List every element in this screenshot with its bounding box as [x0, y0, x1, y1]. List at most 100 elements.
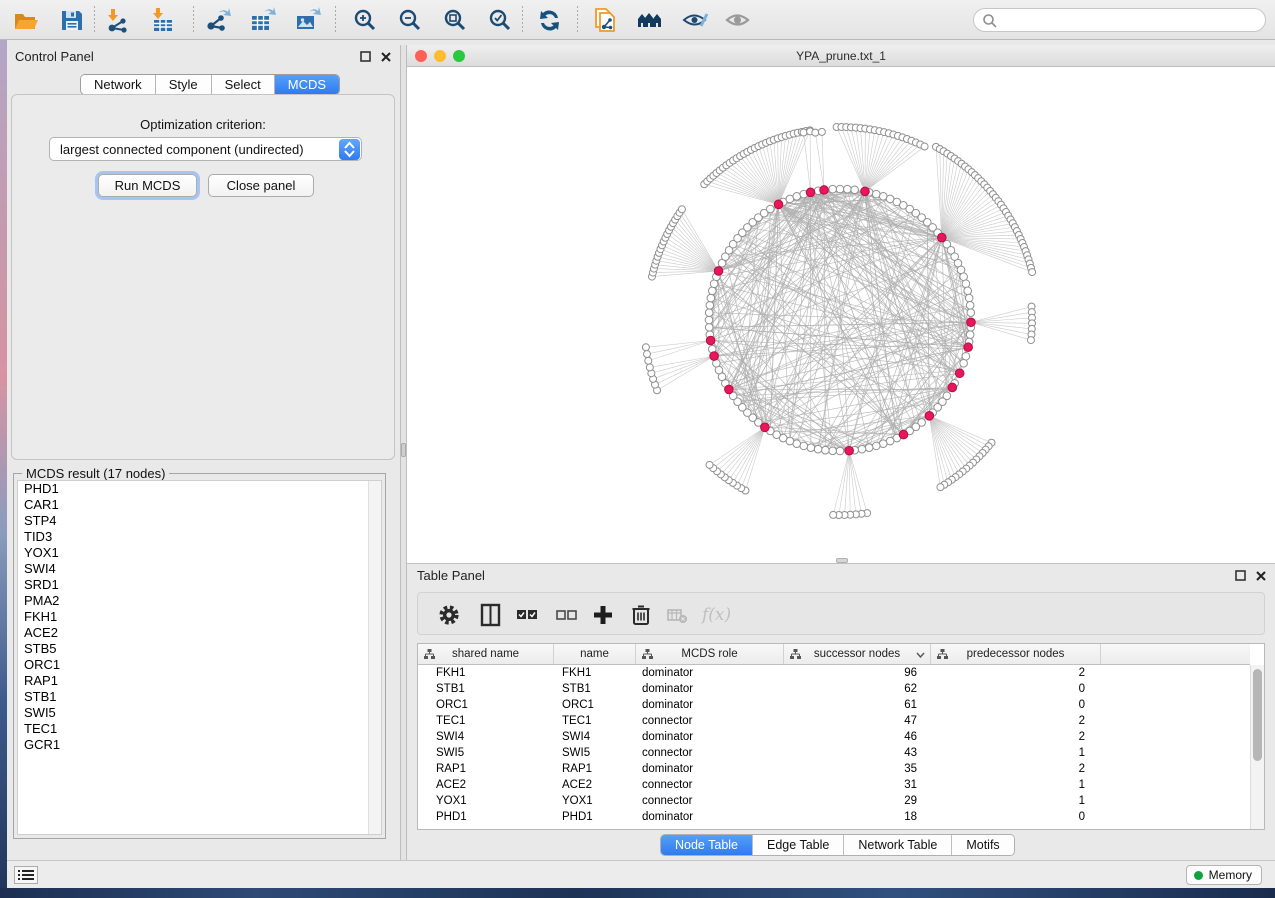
zoom-selected-icon[interactable] [487, 7, 515, 34]
tab-style[interactable]: Style [156, 75, 212, 94]
open-file-icon[interactable] [12, 7, 40, 34]
maximize-window-button[interactable] [453, 50, 465, 62]
column-header-name[interactable]: name [554, 644, 636, 664]
refresh-view-icon[interactable] [536, 7, 564, 34]
export-image-icon[interactable] [294, 7, 322, 34]
mcds-result-item[interactable]: STP4 [18, 513, 381, 529]
close-panel-button[interactable]: Close panel [208, 174, 314, 197]
delete-table-icon [664, 602, 690, 628]
export-network-icon[interactable] [204, 7, 232, 34]
table-row[interactable]: ORC1ORC1dominator610 [418, 697, 1250, 713]
fit-content-icon[interactable] [442, 7, 470, 34]
column-header-shared-name[interactable]: shared name [418, 644, 554, 664]
mcds-result-item[interactable]: FKH1 [18, 609, 381, 625]
table-row[interactable]: TEC1TEC1connector472 [418, 713, 1250, 729]
import-network-icon[interactable] [104, 7, 132, 34]
table-row[interactable]: STB1STB1dominator620 [418, 681, 1250, 697]
float-table-panel-icon[interactable] [1235, 569, 1247, 581]
tab-network-table[interactable]: Network Table [844, 835, 952, 855]
table-cell: connector [636, 745, 784, 761]
export-table-icon[interactable] [249, 7, 277, 34]
zoom-out-icon[interactable] [397, 7, 425, 34]
table-row[interactable]: ACE2ACE2connector311 [418, 777, 1250, 793]
table-cell: 1 [931, 745, 1101, 761]
hide-selected-icon[interactable] [681, 7, 709, 34]
mcds-result-item[interactable]: TEC1 [18, 721, 381, 737]
table-row[interactable]: SWI5SWI5connector431 [418, 745, 1250, 761]
mcds-result-item[interactable]: SWI4 [18, 561, 381, 577]
mcds-result-item[interactable]: TID3 [18, 529, 381, 545]
close-panel-icon[interactable] [380, 50, 392, 62]
column-header-mcds-role[interactable]: MCDS role [636, 644, 784, 664]
mcds-result-item[interactable]: PMA2 [18, 593, 381, 609]
run-mcds-button[interactable]: Run MCDS [98, 174, 197, 197]
memory-button[interactable]: Memory [1186, 865, 1262, 885]
tab-node-table[interactable]: Node Table [661, 835, 753, 855]
first-neighbors-icon[interactable] [636, 7, 664, 34]
search-input[interactable] [1002, 10, 1257, 30]
mcds-result-item[interactable]: YOX1 [18, 545, 381, 561]
mcds-result-item[interactable]: GCR1 [18, 737, 381, 753]
mcds-result-item[interactable]: SWI5 [18, 705, 381, 721]
delete-column-icon[interactable] [628, 602, 654, 628]
add-column-icon[interactable] [590, 602, 616, 628]
close-window-button[interactable] [415, 50, 427, 62]
column-header-successor-nodes[interactable]: successor nodes [784, 644, 931, 664]
tab-network[interactable]: Network [81, 75, 156, 94]
save-session-icon[interactable] [58, 7, 86, 34]
float-window-icon[interactable] [360, 50, 372, 62]
network-graph[interactable] [407, 67, 1275, 563]
tab-select[interactable]: Select [212, 75, 275, 94]
tab-edge-table[interactable]: Edge Table [753, 835, 844, 855]
mcds-result-item[interactable]: ACE2 [18, 625, 381, 641]
table-cell: FKH1 [418, 665, 554, 681]
table-row[interactable]: YOX1YOX1connector291 [418, 793, 1250, 809]
table-row[interactable]: PHD1PHD1dominator180 [418, 809, 1250, 825]
minimize-window-button[interactable] [434, 50, 446, 62]
table-cell: 0 [931, 697, 1101, 713]
show-hide-columns-icon[interactable] [478, 602, 504, 628]
table-cell: connector [636, 793, 784, 809]
vertical-splitter[interactable] [400, 45, 407, 860]
table-row[interactable]: FKH1FKH1dominator962 [418, 665, 1250, 681]
horizontal-splitter-handle[interactable] [836, 558, 848, 563]
table-cell: ACE2 [418, 777, 554, 793]
close-table-panel-icon[interactable] [1255, 569, 1267, 581]
mcds-result-item[interactable]: STB5 [18, 641, 381, 657]
select-all-rows-icon[interactable] [514, 602, 540, 628]
namespace-icon [937, 649, 948, 659]
network-file-icon[interactable] [592, 7, 620, 34]
table-cell: 2 [931, 729, 1101, 745]
mcds-result-item[interactable]: PHD1 [18, 481, 381, 497]
control-panel-title: Control Panel [15, 49, 94, 64]
import-table-icon[interactable] [149, 7, 177, 34]
table-row[interactable]: RAP1RAP1dominator352 [418, 761, 1250, 777]
table-cell: 18 [784, 809, 931, 825]
splitter-handle[interactable] [401, 443, 406, 457]
sort-chevron-icon [916, 652, 925, 658]
mcds-result-item[interactable]: RAP1 [18, 673, 381, 689]
table-cell: 61 [784, 697, 931, 713]
mcds-result-item[interactable]: STB1 [18, 689, 381, 705]
table-scrollbar-thumb[interactable] [1253, 669, 1262, 761]
show-all-icon[interactable] [724, 7, 752, 34]
mcds-list-scrollbar[interactable] [368, 481, 381, 834]
log-console-button[interactable] [14, 866, 38, 884]
network-titlebar[interactable]: YPA_prune.txt_1 [407, 45, 1275, 67]
node-table: shared name name MCDS role successor nod… [417, 643, 1265, 830]
table-row[interactable]: SWI4SWI4dominator462 [418, 729, 1250, 745]
table-cell: 46 [784, 729, 931, 745]
mcds-result-item[interactable]: SRD1 [18, 577, 381, 593]
network-canvas[interactable] [407, 67, 1275, 563]
mcds-result-item[interactable]: ORC1 [18, 657, 381, 673]
table-options-gear-icon[interactable] [436, 602, 462, 628]
zoom-in-icon[interactable] [352, 7, 380, 34]
optimization-criterion-select[interactable]: largest connected component (undirected) [49, 137, 362, 161]
deselect-all-rows-icon[interactable] [553, 602, 579, 628]
mcds-result-item[interactable]: CAR1 [18, 497, 381, 513]
table-scrollbar[interactable] [1250, 665, 1264, 829]
column-header-filler [1101, 644, 1250, 664]
column-header-predecessor-nodes[interactable]: predecessor nodes [931, 644, 1101, 664]
tab-motifs[interactable]: Motifs [952, 835, 1013, 855]
tab-mcds[interactable]: MCDS [275, 75, 339, 94]
